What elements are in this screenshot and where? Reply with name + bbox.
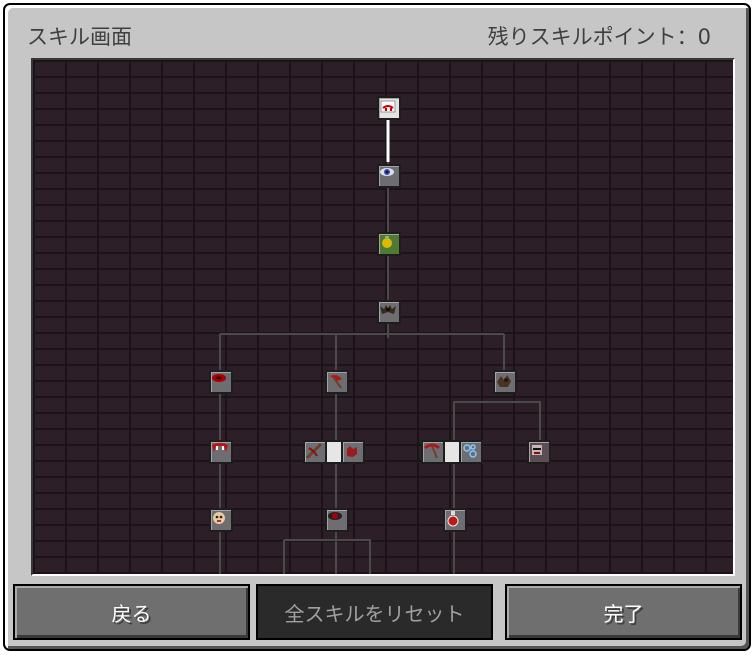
blood-drop-icon [212,374,226,382]
skill-night-vision[interactable] [377,164,401,188]
red-axe-icon [330,375,342,389]
masked-face-icon [532,445,542,455]
skill-skull[interactable] [209,508,233,532]
red-hand-icon [347,446,357,457]
skill-potion-bottle[interactable] [443,508,467,532]
skill-blue-orbs[interactable] [459,440,483,464]
red-eye-icon [328,512,342,520]
skill-choice-divider [327,440,341,464]
skill-red-axe[interactable] [325,370,349,394]
bat-icon [380,305,396,314]
blue-orbs-icon [463,444,477,458]
skill-choice-divider-right [445,440,459,464]
skill-blood-drop[interactable] [209,370,233,394]
skill-tree-area[interactable] [31,58,735,576]
back-button[interactable]: 戻る [13,584,250,640]
skill-crossbow[interactable] [303,440,327,464]
skill-vampire-root[interactable] [377,96,401,120]
reset-all-skills-button: 全スキルをリセット [256,584,493,640]
done-button[interactable]: 完了 [505,584,742,640]
potion-bottle-icon [447,511,459,527]
skill-masked-face[interactable] [527,440,551,464]
skill-gold-potion[interactable] [377,232,401,256]
gold-potion-icon [382,236,392,248]
screen-title: スキル画面 [27,25,132,49]
skill-red-eye[interactable] [325,508,349,532]
skill-bat-swarm[interactable] [493,370,517,394]
bat-swarm-icon [497,375,511,387]
remaining-skill-points: 残りスキルポイント：0 [487,25,711,49]
skill-red-pick[interactable] [421,440,445,464]
skill-bat-form[interactable] [377,300,401,324]
red-pick-icon [424,443,440,459]
vampire-face-icon [380,100,396,113]
skill-red-hand[interactable] [341,440,365,464]
skull-icon [213,512,225,524]
skill-fangs[interactable] [209,440,233,464]
crossbow-icon [305,442,323,460]
fangs-icon [212,443,228,452]
eye-icon [380,168,394,176]
skill-screen-panel: スキル画面 残りスキルポイント：0 [3,3,751,651]
